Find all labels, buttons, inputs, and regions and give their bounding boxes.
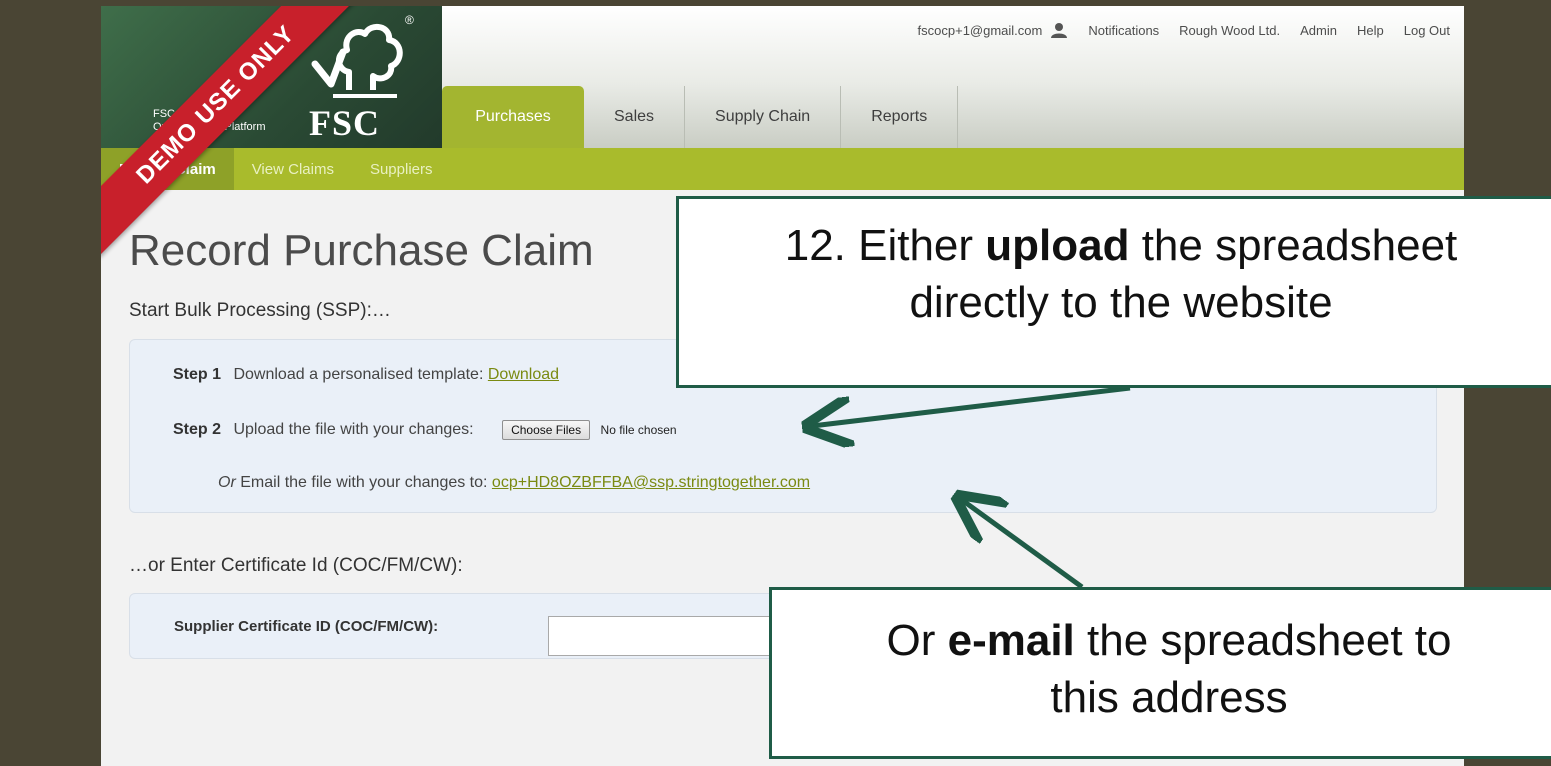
tab-supply-chain[interactable]: Supply Chain xyxy=(685,86,842,148)
top-links: fscocp+1@gmail.com Notifications Rough W… xyxy=(918,22,1450,38)
admin-link[interactable]: Admin xyxy=(1300,23,1337,38)
email-or: Or xyxy=(218,474,236,491)
step2-row: Step 2 Upload the file with your changes… xyxy=(173,420,677,440)
callout-email-suffix: the spreadsheet to xyxy=(1074,616,1452,665)
cert-heading: …or Enter Certificate Id (COC/FM/CW): xyxy=(129,555,463,576)
step2-text: Upload the file with your changes: xyxy=(233,421,474,439)
step1-label: Step 1 xyxy=(173,366,222,383)
choose-files-button[interactable]: Choose Files xyxy=(502,420,591,440)
fsc-logo-text: FSC xyxy=(309,103,381,143)
download-template-link[interactable]: Download xyxy=(488,366,559,383)
callout-email-prefix: Or xyxy=(886,616,948,665)
callout-upload-bold: upload xyxy=(985,221,1130,270)
help-link[interactable]: Help xyxy=(1357,23,1384,38)
ssp-heading: Start Bulk Processing (SSP):… xyxy=(129,300,391,321)
callout-email-bold: e-mail xyxy=(947,616,1075,665)
tab-purchases[interactable]: Purchases xyxy=(442,86,584,148)
callout-email-line1: Or e-mail the spreadsheet to xyxy=(772,612,1551,669)
email-row: Or Email the file with your changes to: … xyxy=(218,474,810,492)
step2-label: Step 2 xyxy=(173,421,222,439)
company-link[interactable]: Rough Wood Ltd. xyxy=(1179,23,1280,38)
subnav-suppliers[interactable]: Suppliers xyxy=(352,148,451,190)
main-nav: Purchases Sales Supply Chain Reports xyxy=(442,86,959,148)
user-menu[interactable]: fscocp+1@gmail.com xyxy=(918,22,1069,38)
step1-text: Download a personalised template: xyxy=(233,366,484,383)
registered-mark: ® xyxy=(405,13,414,27)
callout-upload-prefix: 12. Either xyxy=(784,221,986,270)
callout-email: Or e-mail the spreadsheet to this addres… xyxy=(769,587,1551,759)
subnav-view-claims[interactable]: View Claims xyxy=(234,148,352,190)
callout-upload-line2: directly to the website xyxy=(909,278,1333,327)
file-status: No file chosen xyxy=(600,423,677,437)
user-icon xyxy=(1051,23,1068,38)
callout-upload-line1: 12. Either upload the spreadsheet xyxy=(679,217,1551,274)
logout-link[interactable]: Log Out xyxy=(1404,23,1450,38)
cert-label: Supplier Certificate ID (COC/FM/CW): xyxy=(174,618,439,635)
step1-row: Step 1 Download a personalised template:… xyxy=(173,366,559,384)
callout-upload: 12. Either upload the spreadsheet direct… xyxy=(676,196,1551,388)
tab-sales[interactable]: Sales xyxy=(584,86,686,148)
page-title: Record Purchase Claim xyxy=(129,226,594,275)
sub-nav: Record Claim View Claims Suppliers xyxy=(101,148,1464,190)
email-text: Email the file with your changes to: xyxy=(240,474,488,491)
tab-reports[interactable]: Reports xyxy=(841,86,959,148)
notifications-link[interactable]: Notifications xyxy=(1088,23,1159,38)
callout-upload-suffix: the spreadsheet xyxy=(1129,221,1458,270)
callout-email-line2: this address xyxy=(1050,673,1288,722)
ssp-email-link[interactable]: ocp+HD8OZBFFBA@ssp.stringtogether.com xyxy=(492,474,810,491)
user-email: fscocp+1@gmail.com xyxy=(917,22,1043,38)
